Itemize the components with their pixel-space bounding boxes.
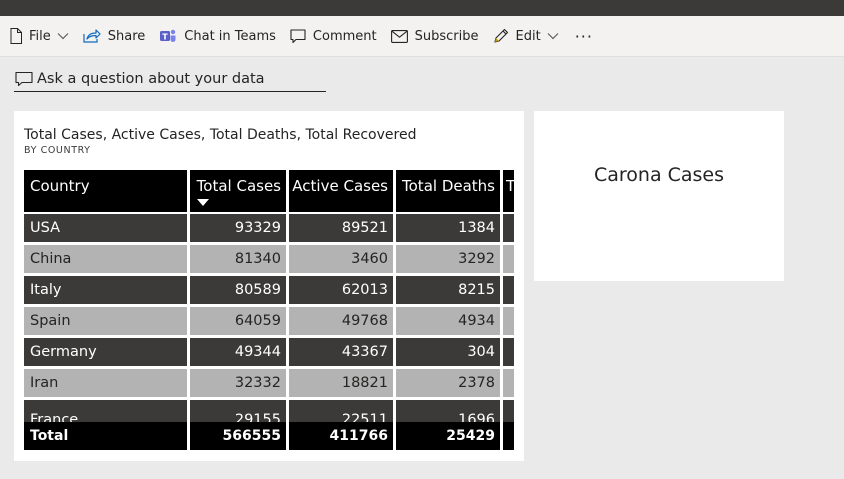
pencil-icon xyxy=(493,28,508,43)
comment-icon xyxy=(15,71,33,86)
column-header-total-recovered[interactable]: T xyxy=(503,170,514,212)
cell-total-deaths: 8215 xyxy=(396,276,500,304)
total-label: Total xyxy=(24,422,187,450)
svg-text:T: T xyxy=(163,32,169,41)
chevron-down-icon xyxy=(547,33,559,40)
cell-total-deaths: 4934 xyxy=(396,307,500,335)
teams-icon: T xyxy=(160,29,176,42)
table-total-row: Total 566555 411766 25429 xyxy=(24,422,514,450)
share-icon xyxy=(83,29,101,43)
visual-title: Total Cases, Active Cases, Total Deaths,… xyxy=(24,127,417,143)
qna-placeholder: Ask a question about your data xyxy=(37,70,265,87)
share-button[interactable]: Share xyxy=(83,22,146,50)
comment-icon xyxy=(290,28,306,43)
edit-button[interactable]: Edit xyxy=(493,22,559,50)
table-row[interactable]: Iran 32332 18821 2378 xyxy=(24,369,514,397)
cell-active-cases: 3460 xyxy=(289,245,393,273)
text-box-title: Carona Cases xyxy=(593,164,725,186)
table-row[interactable]: Italy 80589 62013 8215 xyxy=(24,276,514,304)
comment-label: Comment xyxy=(312,28,377,44)
cell-active-cases: 18821 xyxy=(289,369,393,397)
cell-country: Germany xyxy=(24,338,187,366)
cell-total-cases: 93329 xyxy=(190,214,286,242)
qna-input[interactable]: Ask a question about your data xyxy=(14,66,326,92)
table-row[interactable]: China 81340 3460 3292 xyxy=(24,245,514,273)
cell-total-cases: 49344 xyxy=(190,338,286,366)
total-active-cases: 411766 xyxy=(289,422,393,450)
cell-active-cases: 89521 xyxy=(289,214,393,242)
cell-total-cases: 32332 xyxy=(190,369,286,397)
subscribe-button[interactable]: Subscribe xyxy=(390,22,479,50)
more-options-icon: ··· xyxy=(574,26,593,46)
file-icon xyxy=(10,28,22,44)
cell-active-cases: 49768 xyxy=(289,307,393,335)
table-row[interactable]: Germany 49344 43367 304 xyxy=(24,338,514,366)
visual-header: Total Cases, Active Cases, Total Deaths,… xyxy=(24,127,416,156)
edit-label: Edit xyxy=(515,28,541,44)
file-menu-label: File xyxy=(29,28,51,44)
cell-total-recovered xyxy=(503,369,514,397)
total-total-cases: 566555 xyxy=(190,422,286,450)
table-row[interactable]: USA 93329 89521 1384 xyxy=(24,214,514,242)
cell-total-cases: 81340 xyxy=(190,245,286,273)
table-visual[interactable]: Total Cases, Active Cases, Total Deaths,… xyxy=(14,111,524,461)
share-label: Share xyxy=(107,28,146,44)
cell-total-cases: 64059 xyxy=(190,307,286,335)
cell-total-cases: 80589 xyxy=(190,276,286,304)
column-header-total-cases[interactable]: Total Cases xyxy=(190,170,286,212)
cell-total-deaths: 3292 xyxy=(396,245,500,273)
comment-button[interactable]: Comment xyxy=(290,22,377,50)
cell-country: Iran xyxy=(24,369,187,397)
text-box-visual[interactable]: Carona Cases xyxy=(534,111,784,281)
cell-total-recovered xyxy=(503,245,514,273)
report-toolbar: File Share T Chat in Teams Comment Subsc… xyxy=(0,16,844,57)
cell-total-deaths: 1384 xyxy=(396,214,500,242)
column-header-active-cases[interactable]: Active Cases xyxy=(289,170,393,212)
more-options-button[interactable]: ··· xyxy=(575,22,593,50)
column-header-country[interactable]: Country xyxy=(24,170,187,212)
sort-descending-icon xyxy=(197,199,209,206)
column-header-total-deaths[interactable]: Total Deaths xyxy=(396,170,500,212)
cell-active-cases: 43367 xyxy=(289,338,393,366)
cell-total-recovered xyxy=(503,307,514,335)
file-menu-button[interactable]: File xyxy=(10,22,69,50)
cell-total-deaths: 304 xyxy=(396,338,500,366)
data-table[interactable]: Country Total Cases Active Cases Total D… xyxy=(24,170,514,452)
cell-total-deaths: 2378 xyxy=(396,369,500,397)
chat-in-teams-button[interactable]: T Chat in Teams xyxy=(159,22,276,50)
chat-in-teams-label: Chat in Teams xyxy=(184,28,276,44)
cell-active-cases: 62013 xyxy=(289,276,393,304)
cell-total-recovered xyxy=(503,338,514,366)
chevron-down-icon xyxy=(57,33,69,40)
cell-country: China xyxy=(24,245,187,273)
cell-country: Spain xyxy=(24,307,187,335)
table-row[interactable]: Spain 64059 49768 4934 xyxy=(24,307,514,335)
cell-country: Italy xyxy=(24,276,187,304)
table-header-row: Country Total Cases Active Cases Total D… xyxy=(24,170,514,212)
cell-total-recovered xyxy=(503,214,514,242)
app-top-bar xyxy=(0,0,844,16)
cell-country: USA xyxy=(24,214,187,242)
visual-subtitle: BY COUNTRY xyxy=(24,145,91,156)
total-total-recovered xyxy=(503,422,514,450)
mail-icon xyxy=(390,29,408,43)
total-total-deaths: 25429 xyxy=(396,422,500,450)
subscribe-label: Subscribe xyxy=(414,28,479,44)
cell-total-recovered xyxy=(503,276,514,304)
